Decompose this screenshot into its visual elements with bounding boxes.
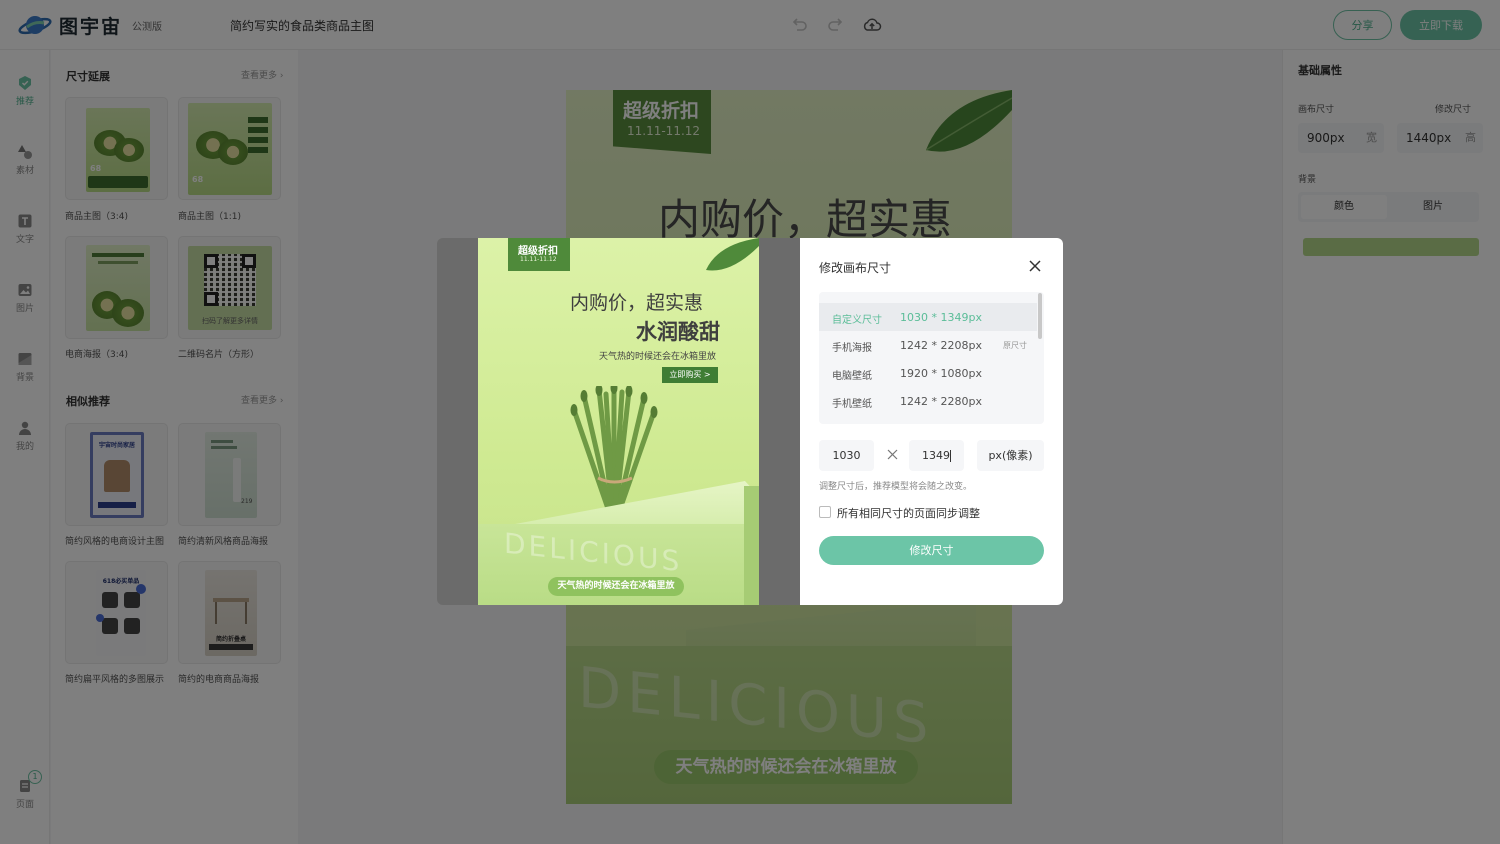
height-input[interactable]: 1349 [909, 440, 964, 471]
height-input-value: 1349 [922, 449, 950, 462]
preview-cta-button: 立即购买 > [662, 367, 718, 383]
unit-select[interactable]: px(像素) [977, 440, 1044, 471]
size-name: 自定义尺寸 [832, 315, 882, 326]
size-dimensions: 1242 * 2280px [900, 395, 982, 408]
preview-badge-title: 超级折扣 [518, 246, 558, 257]
size-name: 手机壁纸 [832, 399, 872, 410]
preview-badge-date: 11.11-11.12 [520, 256, 557, 263]
text-caret [950, 450, 951, 462]
preview-subhead: 水润酸甜 [636, 320, 720, 344]
dialog-form: 修改画布尺寸 自定义尺寸 1030 * 1349px 手机海报 1242 * 2… [800, 238, 1063, 605]
width-input[interactable]: 1030 [819, 440, 874, 471]
size-option-phone-wallpaper[interactable]: 手机壁纸 1242 * 2280px [819, 387, 1037, 415]
size-option-custom[interactable]: 自定义尺寸 1030 * 1349px [819, 303, 1037, 331]
size-preset-list: 自定义尺寸 1030 * 1349px 手机海报 1242 * 2208px 原… [819, 292, 1044, 424]
preview-tagline: 天气热的时候还会在冰箱里放 [599, 352, 717, 362]
size-option-phone-poster[interactable]: 手机海报 1242 * 2208px 原尺寸 [819, 331, 1037, 359]
size-dimensions: 1030 * 1349px [900, 311, 982, 324]
size-name: 手机海报 [832, 343, 872, 354]
original-size-tag: 原尺寸 [1003, 341, 1027, 350]
resize-hint: 调整尺寸后，推荐模型将会随之改变。 [819, 482, 973, 492]
preview-pedestal-side [744, 486, 759, 605]
list-scrollbar[interactable] [1038, 293, 1042, 339]
resize-canvas-dialog: 超级折扣 11.11-11.12 内购价，超实惠 水润酸甜 天气热的时候还会在冰… [437, 238, 1063, 605]
apply-size-button[interactable]: 修改尺寸 [819, 536, 1044, 565]
size-dimensions: 1242 * 2208px [900, 339, 982, 352]
multiply-icon [887, 449, 898, 460]
close-icon[interactable] [1028, 259, 1042, 273]
preview-leaf-image [706, 238, 759, 271]
size-name: 电脑壁纸 [832, 371, 872, 382]
sync-checkbox[interactable] [819, 506, 831, 518]
sync-checkbox-label[interactable]: 所有相同尺寸的页面同步调整 [837, 505, 980, 521]
dialog-preview: 超级折扣 11.11-11.12 内购价，超实惠 水润酸甜 天气热的时候还会在冰… [478, 238, 759, 605]
dialog-title: 修改画布尺寸 [819, 261, 892, 275]
size-dimensions: 1920 * 1080px [900, 367, 982, 380]
size-option-desktop-wallpaper[interactable]: 电脑壁纸 1920 * 1080px [819, 359, 1037, 387]
preview-headline: 内购价，超实惠 [570, 292, 704, 314]
preview-bottom-pill: 天气热的时候还会在冰箱里放 [548, 577, 684, 596]
